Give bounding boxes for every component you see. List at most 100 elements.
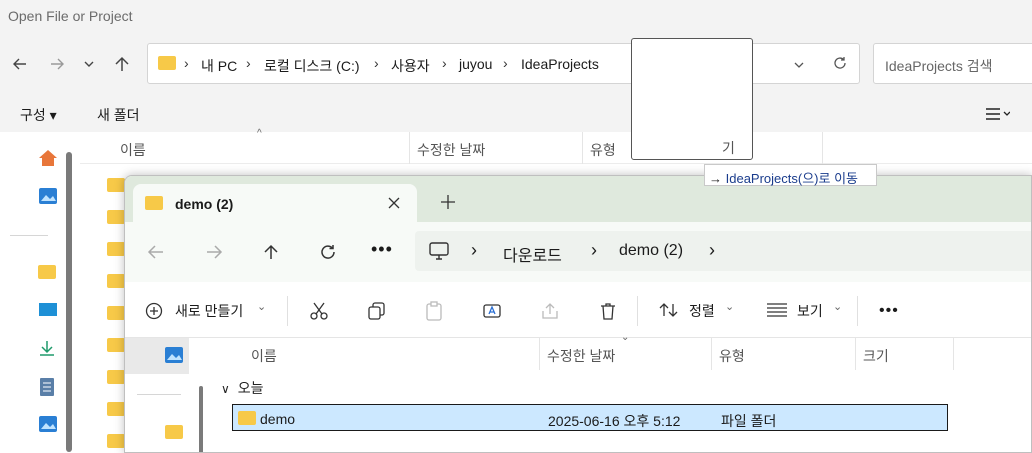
new-folder-button[interactable]: 새 폴더 [97, 105, 140, 125]
tab-demo-2[interactable]: demo (2) [133, 184, 417, 222]
forward-arrow-icon[interactable] [46, 53, 68, 75]
gallery-icon[interactable] [38, 187, 58, 210]
explorer-command-bar: 새로 만들기 ⌄ 정렬 ⌄ 보기 ⌄ ••• [125, 282, 1031, 338]
row-modified: 2025-06-16 오후 5:12 [548, 413, 681, 429]
download-icon[interactable] [38, 339, 56, 362]
dialog-command-bar: 구성 ▾ 새 폴더 [0, 96, 1032, 132]
dialog-search-input[interactable]: IdeaProjects 검색 [873, 43, 1032, 84]
tab-strip: demo (2) [125, 176, 1031, 222]
chevron-right-icon: › [374, 55, 379, 71]
breadcrumb-this-pc[interactable]: 내 PC [201, 56, 237, 76]
folder-icon [107, 242, 125, 256]
folder-icon[interactable] [165, 425, 183, 439]
breadcrumb-demo-2[interactable]: demo (2) [619, 242, 683, 260]
breadcrumb-users[interactable]: 사용자 [391, 56, 430, 76]
back-arrow-icon[interactable] [9, 53, 31, 75]
column-size[interactable]: 크기 [863, 346, 889, 366]
arrow-right-icon: → [709, 171, 722, 186]
copy-icon[interactable] [366, 300, 388, 322]
group-label: 오늘 [237, 380, 264, 396]
drag-move-tooltip: → IdeaProjects(으)로 이동 [704, 164, 877, 186]
chevron-right-icon: › [442, 55, 447, 71]
chevron-right-icon: › [503, 55, 508, 71]
chevron-down-icon: ⌄ [725, 301, 735, 313]
explorer-nav-bar: ••• › 다운로드 › demo (2) › [125, 222, 1031, 282]
folder-icon [145, 196, 163, 210]
column-type[interactable]: 유형 [590, 140, 616, 160]
forward-arrow-icon[interactable] [205, 243, 223, 266]
nav-divider [10, 235, 48, 236]
breadcrumb-juyou[interactable]: juyou [459, 56, 492, 72]
chevron-right-icon[interactable]: › [709, 240, 715, 261]
explorer-column-header: 이름 수정한 날짜 ⌄ 유형 크기 [211, 332, 1031, 370]
paste-icon[interactable] [423, 300, 445, 322]
organize-button[interactable]: 구성 ▾ [20, 105, 57, 125]
chevron-right-icon: › [184, 55, 189, 71]
drag-tooltip-text: IdeaProjects(으)로 이동 [725, 171, 858, 186]
nav-divider [137, 394, 181, 395]
rename-icon[interactable] [481, 300, 503, 322]
chevron-right-icon: › [246, 55, 251, 71]
close-icon[interactable] [388, 196, 400, 212]
chevron-down-icon: ⌄ [257, 301, 267, 313]
folder-icon[interactable] [38, 265, 56, 279]
table-row[interactable]: demo 2025-06-16 오후 5:12 파일 폴더 [232, 404, 948, 431]
more-options-icon[interactable]: ••• [371, 240, 393, 258]
chevron-down-icon: ∨ [221, 382, 230, 396]
up-arrow-icon[interactable] [111, 53, 133, 75]
recent-dropdown-icon[interactable] [78, 53, 100, 75]
pictures-icon[interactable] [38, 415, 58, 438]
breadcrumb-local-disk[interactable]: 로컬 디스크 (C:) [264, 56, 360, 76]
dialog-nav-pane [0, 132, 80, 453]
nav-scrollbar[interactable] [66, 152, 72, 452]
home-icon[interactable] [38, 149, 58, 172]
folder-icon [107, 210, 125, 224]
back-arrow-icon[interactable] [147, 243, 165, 266]
tab-title: demo (2) [175, 196, 234, 212]
group-header-today[interactable]: ∨ 오늘 [221, 378, 263, 398]
desktop-icon[interactable] [38, 302, 58, 323]
explorer-address-bar[interactable]: › 다운로드 › demo (2) › [415, 231, 1031, 271]
more-options-icon[interactable]: ••• [879, 303, 899, 319]
sort-label: 정렬 [689, 303, 715, 319]
column-name[interactable]: 이름 [251, 346, 277, 366]
address-dropdown-icon[interactable] [793, 58, 805, 74]
breadcrumb-downloads[interactable]: 다운로드 [503, 242, 562, 266]
folder-icon [107, 178, 125, 192]
column-type[interactable]: 유형 [719, 346, 745, 366]
column-size-partial: 기 [722, 140, 735, 156]
file-explorer-window: demo (2) ••• › 다운로드 › demo (2) › 새로 만들기 … [124, 175, 1032, 453]
dialog-address-bar[interactable]: › 내 PC › 로컬 디스크 (C:) › 사용자 › juyou › Ide… [147, 43, 860, 84]
up-arrow-icon[interactable] [262, 243, 280, 266]
folder-icon [107, 434, 125, 448]
dialog-title: Open File or Project [0, 0, 1032, 34]
gallery-icon[interactable] [164, 346, 184, 369]
folder-icon [107, 402, 125, 416]
delete-icon[interactable] [597, 300, 619, 322]
dialog-column-header: 이름 ^ 수정한 날짜 유형 [80, 128, 1032, 164]
chevron-down-icon: ⌄ [833, 301, 843, 313]
breadcrumb-ideaprojects[interactable]: IdeaProjects [521, 56, 599, 72]
chevron-right-icon: › [471, 240, 477, 260]
folder-icon [158, 56, 176, 70]
folder-icon [107, 370, 125, 384]
cut-icon[interactable] [308, 300, 330, 322]
nav-scrollbar[interactable] [199, 386, 203, 452]
row-name: demo [260, 411, 296, 427]
document-icon[interactable] [38, 377, 56, 402]
refresh-icon[interactable] [319, 243, 337, 266]
new-item-label: 새로 만들기 [175, 303, 244, 319]
row-type: 파일 폴더 [721, 413, 777, 429]
sort-indicator-icon: ^ [257, 128, 262, 139]
view-options-icon[interactable] [986, 107, 1011, 124]
column-name[interactable]: 이름 [120, 140, 146, 160]
column-modified[interactable]: 수정한 날짜 [547, 346, 615, 366]
refresh-icon[interactable] [832, 55, 848, 74]
view-label: 보기 [797, 303, 823, 319]
folder-icon [107, 338, 125, 352]
new-tab-icon[interactable] [441, 195, 455, 214]
this-pc-icon[interactable] [429, 242, 449, 265]
column-modified[interactable]: 수정한 날짜 [417, 140, 485, 160]
share-icon[interactable] [539, 300, 561, 322]
chevron-right-icon: › [591, 240, 597, 260]
